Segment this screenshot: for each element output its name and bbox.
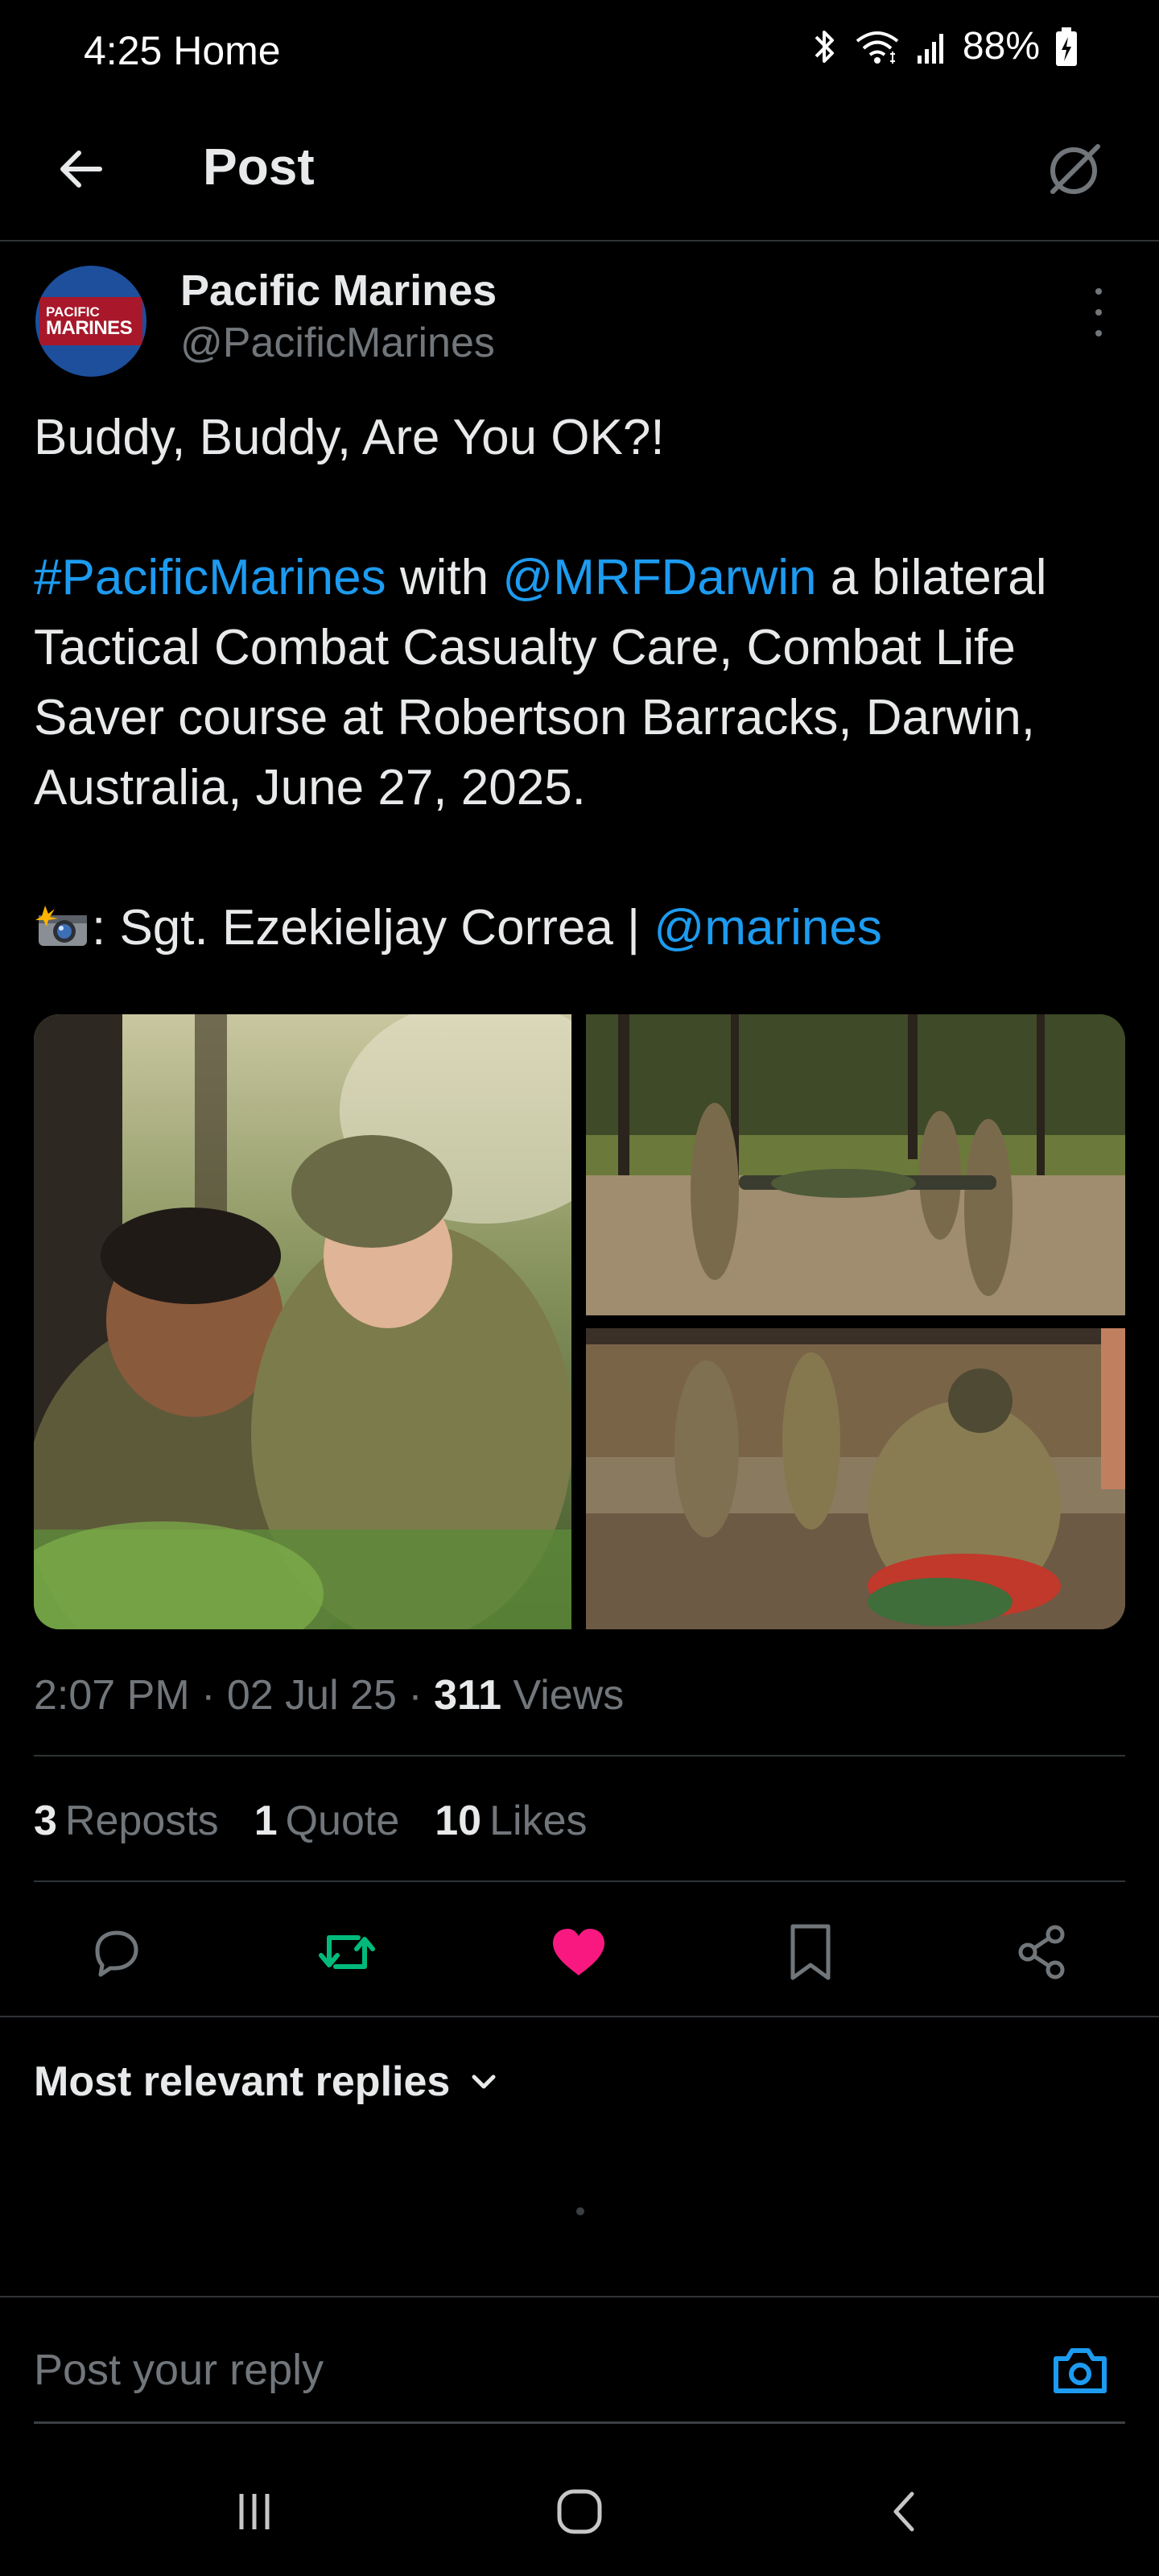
likes-stat[interactable]: 10 Likes xyxy=(435,1797,587,1845)
photo-credit: : Sgt. Ezekieljay Correa | @marines xyxy=(34,893,1128,963)
status-bar: 4:25 Home 88% xyxy=(0,0,1159,105)
share-icon xyxy=(1018,1925,1065,1979)
replies-sort-dropdown[interactable]: Most relevant replies xyxy=(34,2058,500,2106)
avatar[interactable]: PACIFIC MARINES xyxy=(35,266,146,377)
engagement-stats: 3 Reposts 1 Quote 10 Likes xyxy=(34,1797,588,1845)
avatar-logo: PACIFIC MARINES xyxy=(39,297,142,345)
reply-bar xyxy=(0,2297,1159,2426)
reposts-count: 3 xyxy=(34,1798,57,1844)
header: Post xyxy=(0,105,1159,242)
like-button[interactable] xyxy=(534,1908,623,1996)
home-icon xyxy=(557,2489,602,2534)
loading-indicator xyxy=(576,2207,584,2215)
divider xyxy=(0,2016,1159,2017)
media-grid xyxy=(34,1014,1125,1629)
quotes-count: 1 xyxy=(254,1798,278,1844)
recent-apps-icon xyxy=(239,2494,270,2529)
page-title: Post xyxy=(203,138,315,196)
status-icons: 88% xyxy=(810,24,1079,68)
back-button[interactable] xyxy=(48,137,113,201)
more-dot-icon xyxy=(1095,330,1102,336)
wifi-icon xyxy=(853,27,901,67)
heart-icon xyxy=(553,1929,604,1975)
battery-icon xyxy=(1054,26,1079,68)
more-options-button[interactable] xyxy=(1087,288,1111,336)
battery-percent: 88% xyxy=(962,25,1040,68)
avatar-logo-line1: PACIFIC xyxy=(46,303,100,320)
likes-count: 10 xyxy=(435,1798,482,1844)
avatar-logo-line2: MARINES xyxy=(46,316,133,339)
tweet-headline: Buddy, Buddy, Are You OK?! xyxy=(34,410,665,465)
quotes-label: Quote xyxy=(285,1798,400,1844)
post-date: 02 Jul 25 xyxy=(226,1672,397,1719)
views-count: 311 xyxy=(434,1672,502,1719)
chevron-down-icon xyxy=(472,2074,496,2089)
post-screen: 4:25 Home 88% Post PACIFIC MARINES Pacif… xyxy=(0,0,1159,2576)
bookmark-button[interactable] xyxy=(766,1908,855,1996)
tweet-text: Buddy, Buddy, Are You OK?! #PacificMarin… xyxy=(34,402,1128,963)
reply-icon xyxy=(95,1930,138,1977)
replies-sort-label: Most relevant replies xyxy=(34,2058,451,2105)
photo-credit-text: : Sgt. Ezekieljay Correa | xyxy=(92,900,654,956)
photo-1[interactable] xyxy=(34,1014,571,1629)
views-label: Views xyxy=(501,1672,625,1719)
camera-icon xyxy=(1054,2348,1107,2393)
home-button[interactable] xyxy=(539,2479,620,2544)
system-nav-bar xyxy=(0,2447,1159,2576)
mention-link[interactable]: @MRFDarwin xyxy=(502,550,816,605)
reply-input[interactable] xyxy=(34,2338,1000,2402)
post-time: 2:07 PM xyxy=(34,1672,190,1719)
post-meta: 2:07 PM · 02 Jul 25 · 311 Views xyxy=(34,1671,624,1719)
repost-icon xyxy=(319,1935,375,1969)
repost-button[interactable] xyxy=(303,1908,391,1996)
credit-mention-link[interactable]: @marines xyxy=(654,900,881,956)
share-button[interactable] xyxy=(998,1908,1087,1996)
photo-3[interactable] xyxy=(586,1328,1125,1629)
bookmark-icon xyxy=(790,1924,831,1980)
hashtag-link[interactable]: #PacificMarines xyxy=(34,550,386,605)
more-dot-icon xyxy=(1095,288,1102,295)
system-back-button[interactable] xyxy=(864,2479,945,2544)
system-back-icon xyxy=(893,2491,914,2532)
divider xyxy=(34,1755,1125,1757)
camera-button[interactable] xyxy=(1048,2338,1112,2402)
grok-icon xyxy=(1050,144,1100,194)
reposts-label: Reposts xyxy=(64,1798,219,1844)
signal-icon xyxy=(916,27,948,67)
author-name[interactable]: Pacific Marines xyxy=(180,266,497,316)
author-handle[interactable]: @PacificMarines xyxy=(180,319,495,367)
photo-2[interactable] xyxy=(586,1014,1125,1315)
tweet-with-text: with xyxy=(386,550,503,605)
bluetooth-icon xyxy=(810,27,839,67)
recent-apps-button[interactable] xyxy=(214,2479,295,2544)
likes-label: Likes xyxy=(489,1798,588,1844)
reply-button[interactable] xyxy=(71,1908,159,1996)
back-arrow-icon xyxy=(60,151,102,188)
action-bar xyxy=(0,1900,1159,2004)
tweet-body: #PacificMarines with @MRFDarwin a bilate… xyxy=(34,543,1128,823)
more-dot-icon xyxy=(1095,309,1102,316)
reposts-stat[interactable]: 3 Reposts xyxy=(34,1797,219,1845)
grok-button[interactable] xyxy=(1033,129,1114,209)
reply-underline xyxy=(34,2421,1125,2424)
meta-separator: · xyxy=(189,1672,227,1719)
quotes-stat[interactable]: 1 Quote xyxy=(254,1797,400,1845)
meta-separator: · xyxy=(396,1672,435,1719)
camera-flash-emoji-icon xyxy=(34,898,92,946)
status-time: 4:25 Home xyxy=(84,28,281,73)
divider xyxy=(34,1880,1125,1882)
